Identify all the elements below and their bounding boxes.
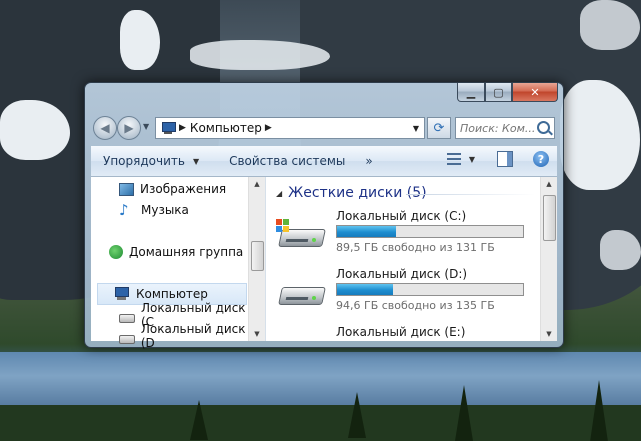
drive-item-c[interactable]: Локальный диск (C:) 89,5 ГБ свободно из … xyxy=(276,207,532,261)
nav-item-label: Изображения xyxy=(140,182,227,196)
music-icon: ♪ xyxy=(119,201,129,219)
command-bar: Упорядочить ▼ Свойства системы » ▼ ? xyxy=(91,146,557,177)
chevron-down-icon[interactable]: ▼ xyxy=(469,155,475,164)
system-properties-label: Свойства системы xyxy=(229,154,346,168)
minimize-button[interactable]: ▁ xyxy=(457,83,485,102)
explorer-window: ▁ ▢ ✕ ◀ ▶ ▼ ▶ Компьютер ▶ ▼ ⟳ Поиск: Ком… xyxy=(84,82,564,350)
drive-usage-bar xyxy=(336,283,524,296)
more-commands-button[interactable]: » xyxy=(365,154,372,168)
drive-name: Локальный диск (D:) xyxy=(336,267,468,281)
maximize-icon: ▢ xyxy=(493,85,504,99)
pictures-icon xyxy=(119,182,134,196)
scroll-down-icon[interactable]: ▼ xyxy=(541,327,557,341)
minimize-icon: ▁ xyxy=(466,85,476,99)
chevron-down-icon: ▼ xyxy=(192,156,200,166)
drive-item-d[interactable]: Локальный диск (D:) 94,6 ГБ свободно из … xyxy=(276,265,532,319)
breadcrumb-separator-icon[interactable]: ▶ xyxy=(265,123,272,133)
nav-item-homegroup[interactable]: Домашняя группа xyxy=(91,242,247,262)
group-title: Жесткие диски (5) xyxy=(288,185,427,201)
forward-arrow-icon: ▶ xyxy=(124,121,134,135)
back-arrow-icon: ◀ xyxy=(100,121,110,135)
drive-usage-bar xyxy=(336,225,524,238)
navpane-scrollbar[interactable]: ▲ ▼ xyxy=(248,177,265,341)
change-view-icon[interactable] xyxy=(446,153,461,165)
tree xyxy=(190,400,208,440)
nav-item-label: Локальный диск (D xyxy=(140,322,246,350)
preview-pane-icon[interactable] xyxy=(497,151,513,167)
drive-free-space: 94,6 ГБ свободно из 135 ГБ xyxy=(336,299,495,312)
close-icon: ✕ xyxy=(530,85,540,99)
organize-button[interactable]: Упорядочить ▼ xyxy=(103,154,199,168)
scroll-up-icon[interactable]: ▲ xyxy=(541,177,557,191)
view-controls: ▼ ? xyxy=(446,151,549,167)
snow-patch xyxy=(580,0,640,50)
chevron-down-icon: ▼ xyxy=(412,123,420,133)
close-button[interactable]: ✕ xyxy=(512,83,558,102)
breadcrumb-computer[interactable]: Компьютер xyxy=(190,121,262,135)
drive-icon xyxy=(119,334,135,344)
recent-pages-button[interactable]: ▼ xyxy=(143,122,149,131)
caption-buttons: ▁ ▢ ✕ xyxy=(457,83,558,102)
scroll-thumb[interactable] xyxy=(543,195,556,241)
main-scrollbar[interactable]: ▲ ▼ xyxy=(540,177,557,341)
refresh-button[interactable]: ⟳ xyxy=(427,117,451,139)
maximize-button[interactable]: ▢ xyxy=(485,83,512,102)
drive-name: Локальный диск (C:) xyxy=(336,209,467,223)
drive-icon xyxy=(276,277,326,307)
drive-usage-fill xyxy=(337,284,393,295)
drive-usage-fill xyxy=(337,226,396,237)
nav-item-drive-d[interactable]: Локальный диск (D xyxy=(91,322,247,350)
help-icon[interactable]: ? xyxy=(533,151,549,167)
navigation-pane: Изображения ♪ Музыка Домашняя группа Ком… xyxy=(91,177,266,350)
forward-button[interactable]: ▶ xyxy=(117,116,141,140)
system-drive-icon xyxy=(119,313,135,323)
breadcrumb-separator-icon[interactable]: ▶ xyxy=(179,123,186,133)
tree xyxy=(455,385,473,441)
computer-icon xyxy=(160,121,176,135)
system-drive-icon xyxy=(276,219,326,249)
nav-item-label: Компьютер xyxy=(136,287,208,301)
computer-icon xyxy=(114,286,130,302)
shore xyxy=(0,405,641,441)
tree xyxy=(348,392,366,438)
tree xyxy=(590,380,608,441)
scroll-down-icon[interactable]: ▼ xyxy=(249,327,265,341)
main-pane: ◢ Жесткие диски (5) Локальный диск (C:) xyxy=(266,177,557,341)
address-bar[interactable]: ▶ Компьютер ▶ ▼ xyxy=(155,117,425,139)
scroll-thumb[interactable] xyxy=(251,241,264,271)
organize-label: Упорядочить xyxy=(103,154,185,168)
back-button[interactable]: ◀ xyxy=(93,116,117,140)
search-icon[interactable] xyxy=(537,121,550,134)
snow-patch xyxy=(190,40,330,70)
homegroup-icon xyxy=(109,245,123,259)
chevron-down-icon: ▼ xyxy=(143,122,150,131)
navigation-bar: ◀ ▶ ▼ ▶ Компьютер ▶ ▼ ⟳ xyxy=(91,115,557,140)
refresh-icon: ⟳ xyxy=(433,120,445,136)
drive-name: Локальный диск (E:) xyxy=(336,325,466,339)
nav-item-music[interactable]: ♪ Музыка xyxy=(91,200,247,220)
windows-logo-icon xyxy=(276,219,290,233)
address-history-dropdown[interactable]: ▼ xyxy=(408,118,424,138)
content-area: Изображения ♪ Музыка Домашняя группа Ком… xyxy=(91,177,557,350)
collapse-group-icon[interactable]: ◢ xyxy=(276,189,282,198)
search-input[interactable] xyxy=(456,120,538,136)
drive-item-e[interactable]: Локальный диск (E:) xyxy=(276,323,532,341)
group-divider xyxy=(406,194,535,195)
group-header-hard-drives[interactable]: ◢ Жесткие диски (5) xyxy=(276,185,427,201)
nav-item-pictures[interactable]: Изображения xyxy=(91,179,247,199)
nav-item-label: Музыка xyxy=(141,203,189,217)
system-properties-button[interactable]: Свойства системы xyxy=(229,154,345,168)
nav-item-label: Домашняя группа xyxy=(129,245,244,259)
lake xyxy=(0,352,641,412)
scroll-up-icon[interactable]: ▲ xyxy=(249,177,265,191)
snow-patch xyxy=(600,230,641,270)
drive-free-space: 89,5 ГБ свободно из 131 ГБ xyxy=(336,241,495,254)
search-box[interactable] xyxy=(455,117,555,139)
